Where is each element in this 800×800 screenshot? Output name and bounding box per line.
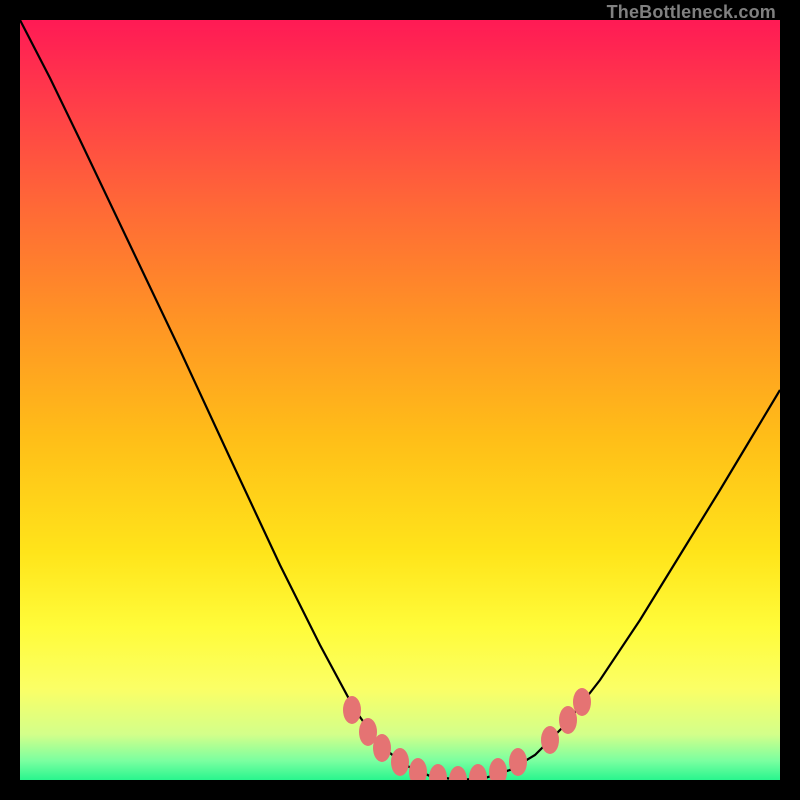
marker-dot (449, 766, 467, 780)
optimal-zone-markers-group (343, 688, 591, 780)
marker-dot (343, 696, 361, 724)
marker-dot (469, 764, 487, 780)
marker-dot (509, 748, 527, 776)
bottleneck-curve-path (20, 20, 780, 780)
marker-dot (559, 706, 577, 734)
marker-dot (373, 734, 391, 762)
marker-dot (391, 748, 409, 776)
marker-dot (541, 726, 559, 754)
marker-dot (429, 764, 447, 780)
marker-dot (409, 758, 427, 780)
chart-svg (20, 20, 780, 780)
chart-frame: TheBottleneck.com (20, 20, 780, 780)
marker-dot (573, 688, 591, 716)
marker-dot (489, 758, 507, 780)
